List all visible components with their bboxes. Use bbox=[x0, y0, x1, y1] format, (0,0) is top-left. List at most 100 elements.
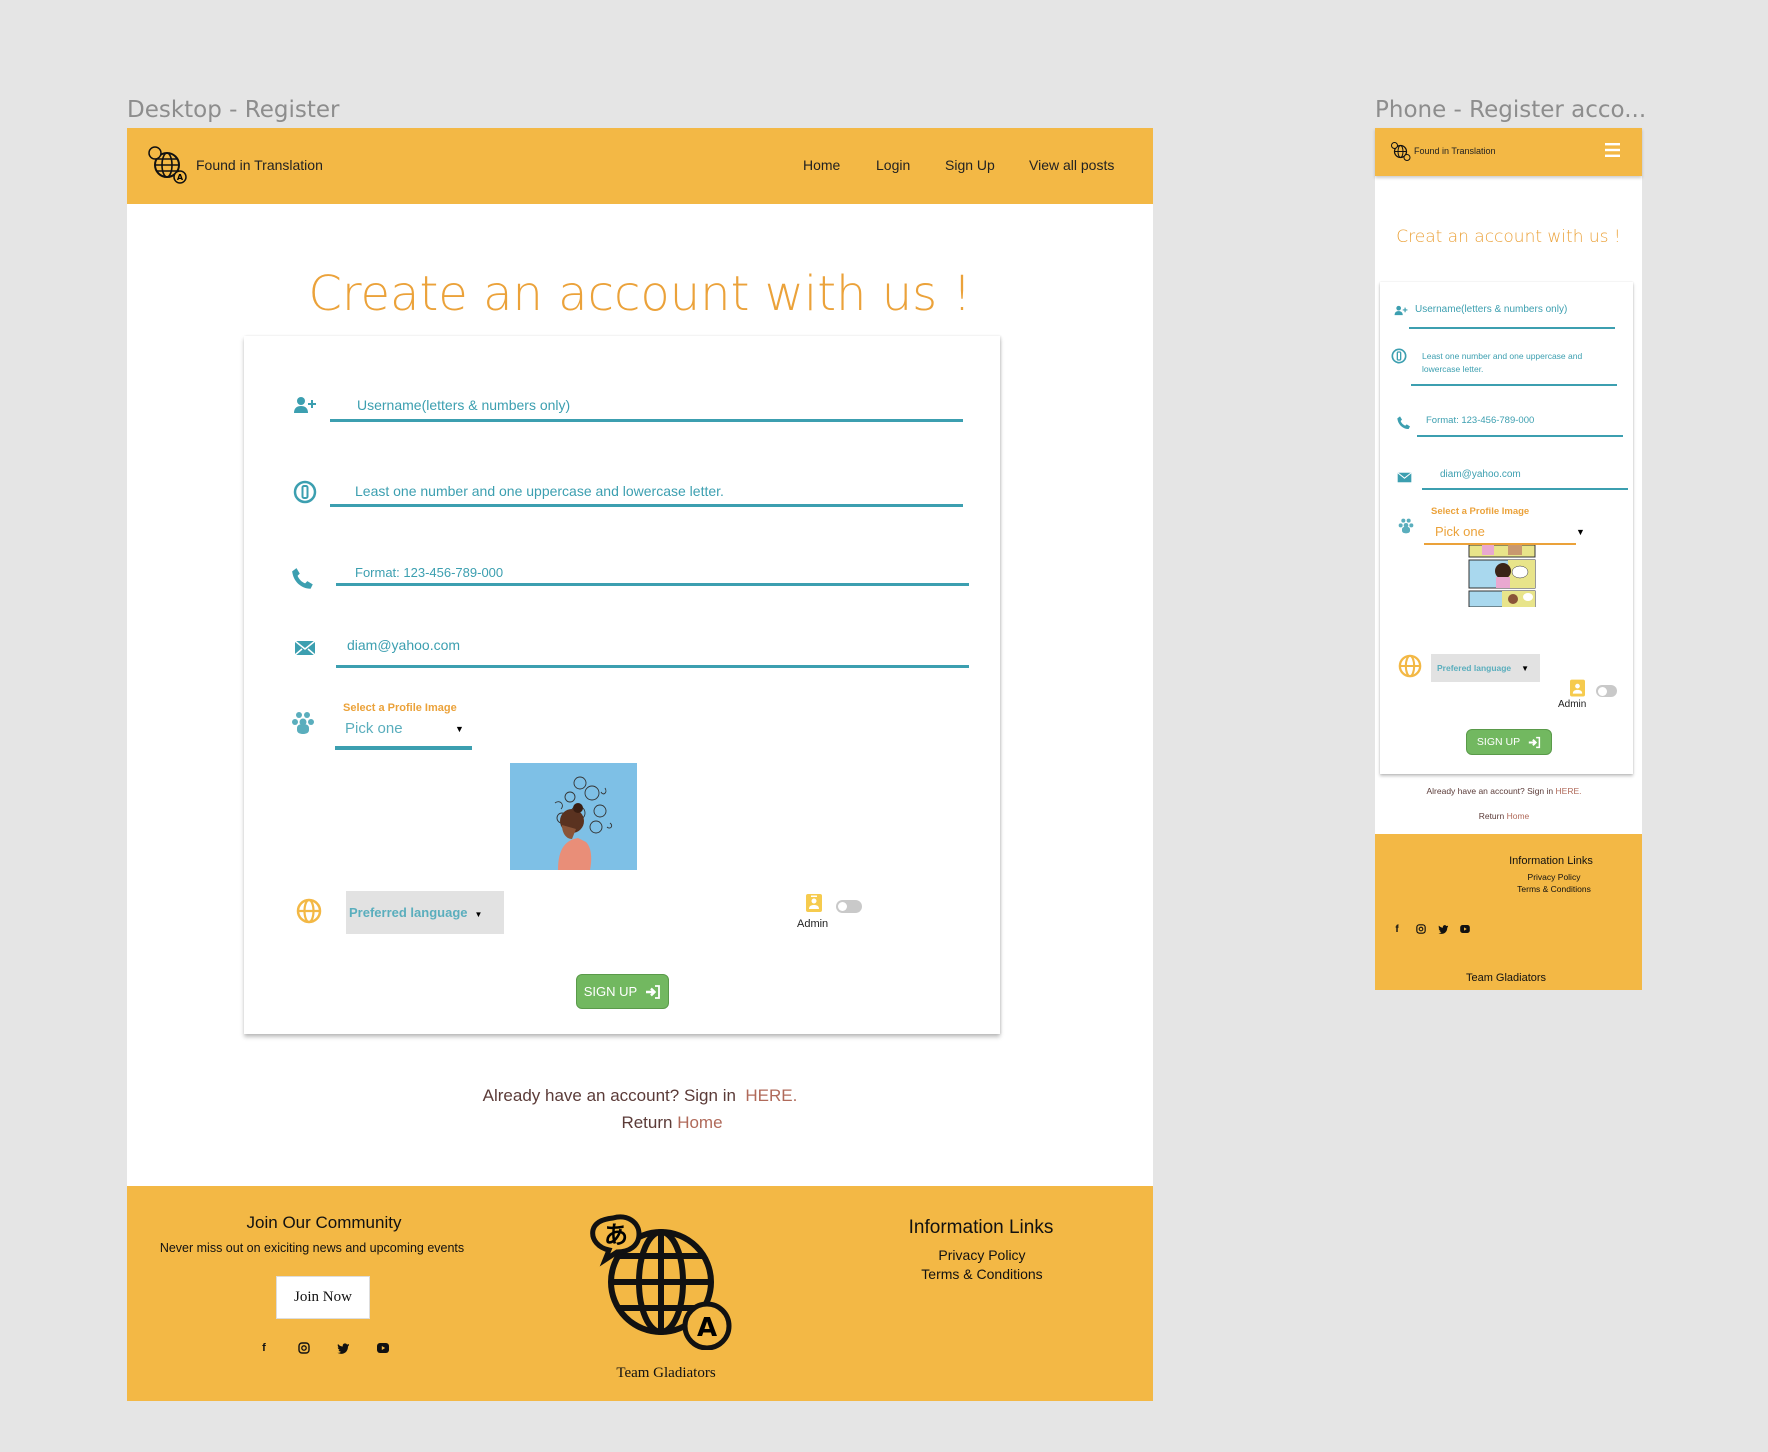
terms-conditions-link[interactable]: Terms & Conditions bbox=[882, 1266, 1082, 1282]
youtube-icon[interactable] bbox=[377, 1343, 389, 1353]
caret-down-icon: ▼ bbox=[474, 909, 483, 919]
group-icon bbox=[1398, 518, 1414, 534]
twitter-icon[interactable] bbox=[337, 1342, 350, 1354]
phone-phone-input[interactable]: Format: 123-456-789-000 bbox=[1426, 415, 1534, 426]
mail-icon bbox=[294, 640, 316, 656]
phone-team-name: Team Gladiators bbox=[1465, 972, 1547, 984]
phone-profile-image-select[interactable]: Pick one ▼ bbox=[1424, 523, 1586, 546]
caret-down-icon: ▼ bbox=[455, 724, 464, 734]
profile-select-underline bbox=[335, 746, 472, 750]
phone-password-line1: Least one number and one uppercase and bbox=[1422, 351, 1583, 361]
language-select-value: Preferred language bbox=[349, 905, 468, 920]
phone-admin-toggle[interactable] bbox=[1596, 685, 1617, 697]
sign-in-arrow-icon bbox=[1528, 736, 1541, 748]
facebook-icon[interactable]: f bbox=[258, 1342, 270, 1354]
footer-globe-logo-icon: あ A bbox=[590, 1214, 732, 1350]
phone-language-select-value: Prefered language bbox=[1437, 663, 1512, 673]
privacy-policy-link[interactable]: Privacy Policy bbox=[882, 1247, 1082, 1263]
profile-select-value: Pick one bbox=[345, 720, 403, 737]
add-user-icon bbox=[294, 397, 316, 413]
phone-signin-link[interactable]: HERE. bbox=[1556, 786, 1582, 796]
globe-icon bbox=[1398, 654, 1422, 678]
phone-username-underline bbox=[1409, 327, 1615, 329]
brand-name[interactable]: Found in Translation bbox=[196, 157, 323, 173]
sign-up-label: SIGN UP bbox=[583, 984, 638, 999]
page-title: Create an account with us ! bbox=[308, 266, 972, 322]
info-icon bbox=[1391, 348, 1407, 364]
group-icon bbox=[292, 712, 314, 734]
join-now-button[interactable]: Join Now bbox=[276, 1276, 370, 1319]
phone-language-select[interactable]: Prefered language ▼ bbox=[1431, 654, 1540, 682]
caret-down-icon: ▼ bbox=[1576, 527, 1585, 537]
username-input[interactable]: Username(letters & numbers only) bbox=[357, 397, 570, 413]
phone-email-underline bbox=[1422, 488, 1628, 490]
return-home-link[interactable]: Home bbox=[677, 1113, 722, 1132]
admin-toggle[interactable] bbox=[836, 900, 862, 913]
add-user-icon bbox=[1394, 305, 1408, 316]
nav-home[interactable]: Home bbox=[803, 157, 840, 173]
email-input[interactable]: diam@yahoo.com bbox=[347, 637, 460, 653]
profile-image-label: Select a Profile Image bbox=[343, 702, 457, 714]
team-name: Team Gladiators bbox=[616, 1365, 716, 1381]
nav-view-all-posts[interactable]: View all posts bbox=[1029, 157, 1114, 173]
phone-input[interactable]: Format: 123-456-789-000 bbox=[355, 565, 503, 580]
language-select[interactable]: Preferred language ▼ bbox=[346, 891, 504, 934]
phone-frame-label: Phone - Register acco... bbox=[1375, 97, 1647, 123]
info-links-title: Information Links bbox=[908, 1217, 1054, 1238]
info-icon bbox=[293, 480, 317, 504]
nav-login[interactable]: Login bbox=[876, 157, 910, 173]
admin-badge-icon bbox=[1570, 679, 1585, 697]
globe-icon bbox=[296, 898, 322, 924]
username-underline bbox=[330, 419, 963, 422]
signin-prompt-text: Already have an account? Sign in bbox=[482, 1086, 736, 1105]
phone-password-input[interactable]: Least one number and one uppercase and lo… bbox=[1422, 350, 1582, 376]
email-underline bbox=[336, 665, 969, 668]
password-underline bbox=[330, 504, 963, 507]
phone-return-home-link[interactable]: Home bbox=[1507, 811, 1530, 821]
phone-profile-image-preview bbox=[1468, 545, 1536, 607]
twitter-icon[interactable] bbox=[1438, 924, 1449, 934]
profile-image-preview bbox=[510, 763, 637, 870]
instagram-icon[interactable] bbox=[298, 1342, 310, 1354]
facebook-icon[interactable]: f bbox=[1392, 924, 1402, 935]
sign-in-arrow-icon bbox=[646, 984, 661, 999]
phone-password-underline bbox=[1411, 384, 1617, 386]
svg-text:A: A bbox=[697, 1313, 717, 1343]
desktop-frame-label: Desktop - Register bbox=[127, 97, 340, 123]
admin-badge-icon bbox=[806, 894, 822, 912]
phone-email-input[interactable]: diam@yahoo.com bbox=[1440, 469, 1521, 480]
svg-text:あ: あ bbox=[604, 1221, 628, 1249]
globe-logo-icon[interactable]: A bbox=[148, 146, 188, 184]
phone-icon bbox=[1397, 416, 1410, 429]
phone-sign-up-label: SIGN UP bbox=[1476, 736, 1521, 748]
phone-return-text: Return bbox=[1478, 811, 1505, 821]
phone-profile-select-value: Pick one bbox=[1435, 524, 1485, 539]
phone-password-line2: lowercase letter. bbox=[1422, 364, 1484, 374]
instagram-icon[interactable] bbox=[1416, 924, 1426, 934]
phone-phone-underline bbox=[1417, 435, 1623, 437]
phone-privacy-policy-link[interactable]: Privacy Policy bbox=[1494, 872, 1614, 882]
return-text: Return bbox=[621, 1113, 673, 1132]
return-home: Return Home bbox=[127, 1113, 1217, 1133]
phone-username-input[interactable]: Username(letters & numbers only) bbox=[1415, 304, 1567, 315]
password-input[interactable]: Least one number and one uppercase and l… bbox=[355, 483, 724, 499]
globe-logo-icon[interactable] bbox=[1391, 142, 1411, 161]
nav-sign-up[interactable]: Sign Up bbox=[945, 157, 995, 173]
caret-down-icon: ▼ bbox=[1521, 663, 1530, 673]
community-title: Join Our Community bbox=[246, 1213, 402, 1232]
phone-info-links-title: Information Links bbox=[1509, 855, 1593, 867]
profile-image-select[interactable]: Pick one ▼ bbox=[335, 718, 472, 751]
hamburger-menu-icon[interactable] bbox=[1605, 143, 1620, 157]
signin-prompt: Already have an account? Sign in HERE. bbox=[127, 1086, 1153, 1106]
phone-brand-name[interactable]: Found in Translation bbox=[1414, 146, 1496, 156]
mail-icon bbox=[1397, 472, 1412, 483]
youtube-icon[interactable] bbox=[1460, 925, 1470, 933]
phone-profile-image-label: Select a Profile Image bbox=[1431, 506, 1530, 517]
phone-sign-up-button[interactable]: SIGN UP bbox=[1466, 729, 1552, 755]
phone-terms-conditions-link[interactable]: Terms & Conditions bbox=[1494, 884, 1614, 894]
sign-up-button[interactable]: SIGN UP bbox=[576, 974, 669, 1009]
phone-page-title: Creat an account with us ! bbox=[1396, 227, 1621, 247]
phone-signin-prompt: Already have an account? Sign in HERE. bbox=[1375, 786, 1633, 796]
signin-link[interactable]: HERE. bbox=[745, 1086, 797, 1105]
phone-return-home: Return Home bbox=[1375, 811, 1633, 821]
